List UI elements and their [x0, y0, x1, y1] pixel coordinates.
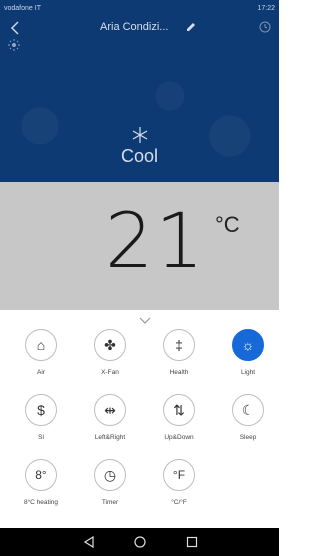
swing-vertical-icon: ⇅	[163, 394, 195, 426]
schedule-button[interactable]	[259, 20, 273, 34]
temperature-unit: °C	[215, 212, 240, 237]
feature-label: Light	[240, 369, 256, 376]
feature-unit-toggle[interactable]: °F °C/°F	[149, 459, 209, 519]
mode-label: Cool	[120, 146, 159, 166]
clock-icon	[259, 21, 271, 33]
feature-label: Sl	[38, 434, 44, 441]
feature-label: Timer	[101, 499, 119, 506]
feature-label: 8°C heating	[23, 499, 59, 506]
unit-toggle-icon: °F	[163, 459, 195, 491]
nav-recents-button[interactable]	[185, 535, 199, 549]
feature-light[interactable]: ☼ Light	[218, 329, 278, 389]
status-time: 17:22	[257, 4, 275, 12]
dollar-icon: $	[25, 394, 57, 426]
swing-horizontal-icon: ⇹	[94, 394, 126, 426]
air-icon: ⌂	[25, 329, 57, 361]
sun-icon	[8, 38, 20, 51]
fan-icon: ✤	[94, 329, 126, 361]
function-sheet: ⌂ Air ✤ X-Fan ‡ Health ☼ Light $ Sl ⇹ Le…	[0, 310, 279, 528]
light-icon: ☼	[232, 329, 264, 361]
timer-icon: ◷	[94, 459, 126, 491]
heating-8c-icon: 8°	[25, 459, 57, 491]
edit-name-button[interactable]	[185, 20, 199, 34]
collapse-button[interactable]	[139, 312, 151, 324]
feature-sleep[interactable]: ☾ Sleep	[218, 394, 278, 454]
feature-label: Sleep	[239, 434, 257, 441]
square-recents-icon	[186, 536, 198, 548]
feature-health[interactable]: ‡ Health	[149, 329, 209, 389]
status-bar: vodafone IT 17:22	[0, 0, 279, 16]
feature-timer[interactable]: ◷ Timer	[80, 459, 140, 519]
sleep-icon: ☾	[232, 394, 264, 426]
header-panel: Aria Condizi... Cool	[0, 16, 279, 182]
feature-xfan[interactable]: ✤ X-Fan	[80, 329, 140, 389]
mode-display[interactable]: Cool	[100, 126, 179, 167]
feature-label: Left&Right	[94, 434, 126, 441]
feature-label: Air	[37, 369, 45, 376]
feature-air[interactable]: ⌂ Air	[11, 329, 71, 389]
back-arrow-icon	[10, 21, 19, 35]
temperature-value: 21	[105, 196, 206, 285]
pencil-icon	[187, 23, 195, 31]
health-icon: ‡	[163, 329, 195, 361]
device-title: Aria Condizi...	[100, 21, 169, 33]
circle-home-icon	[134, 536, 146, 548]
triangle-back-icon	[83, 535, 94, 549]
carrier-text: vodafone IT	[4, 4, 41, 12]
back-button[interactable]	[10, 18, 26, 36]
feature-label: X-Fan	[101, 369, 119, 376]
feature-8c-heating[interactable]: 8° 8°C heating	[11, 459, 71, 519]
nav-home-button[interactable]	[133, 535, 147, 549]
chevron-down-icon	[139, 317, 151, 324]
feature-left-right[interactable]: ⇹ Left&Right	[80, 394, 140, 454]
temperature-panel[interactable]: 21 °C	[0, 182, 279, 310]
top-bar: Aria Condizi...	[0, 16, 279, 38]
feature-label: Up&Down	[164, 434, 194, 441]
feature-label: Health	[169, 369, 189, 376]
android-nav-bar	[0, 528, 279, 556]
snowflake-icon	[132, 127, 147, 143]
feature-sl[interactable]: $ Sl	[11, 394, 71, 454]
nav-back-button[interactable]	[82, 535, 96, 549]
feature-label: °C/°F	[171, 499, 187, 506]
feature-up-down[interactable]: ⇅ Up&Down	[149, 394, 209, 454]
